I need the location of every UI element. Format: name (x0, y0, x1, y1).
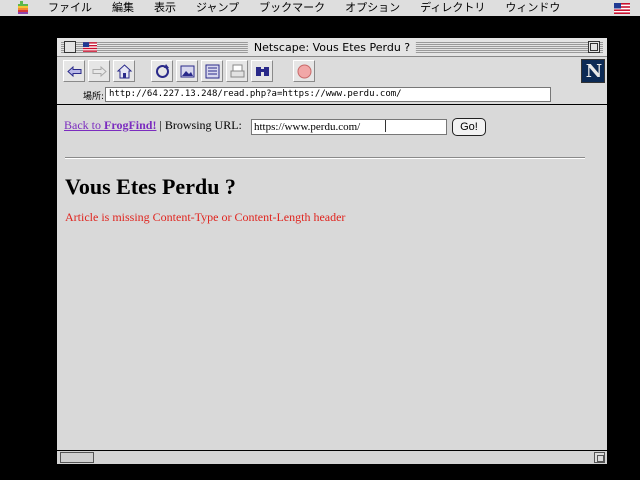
back-to-frogfind-link[interactable]: Back to FrogFind! (64, 118, 156, 132)
location-field[interactable]: http://64.227.13.248/read.php?a=https://… (105, 87, 551, 102)
home-button[interactable] (113, 60, 135, 82)
status-bar (57, 450, 607, 464)
security-key-icon[interactable] (60, 452, 94, 463)
menu-edit[interactable]: 編集 (102, 0, 144, 16)
apple-icon[interactable] (16, 1, 32, 15)
menu-window[interactable]: ウィンドウ (495, 0, 570, 16)
back-link-prefix: Back to (64, 118, 104, 132)
find-icon (256, 67, 269, 76)
menu-view[interactable]: 表示 (144, 0, 186, 16)
images-icon (180, 65, 195, 78)
window-title: Netscape: Vous Etes Perdu ? (247, 40, 417, 55)
horizontal-rule (65, 157, 585, 159)
find-button[interactable] (251, 60, 273, 82)
reload-button[interactable] (151, 60, 173, 82)
home-icon (116, 64, 133, 79)
us-flag-icon (83, 42, 97, 52)
title-bar[interactable]: Netscape: Vous Etes Perdu ? (57, 38, 607, 57)
nav-line: Back to FrogFind! | Browsing URL: (64, 118, 242, 133)
frogfind-link-name: FrogFind! (104, 118, 157, 132)
location-bar: 場所: http://64.227.13.248/read.php?a=http… (57, 85, 607, 105)
error-message: Article is missing Content-Type or Conte… (65, 210, 346, 224)
print-button[interactable] (226, 60, 248, 82)
us-flag-icon[interactable] (614, 3, 630, 14)
close-box[interactable] (64, 41, 76, 53)
print-icon (230, 64, 245, 78)
netscape-logo-letter: N (585, 61, 603, 82)
zoom-box[interactable] (588, 41, 600, 53)
menu-file[interactable]: ファイル (38, 0, 102, 16)
open-icon (205, 64, 220, 79)
page-heading: Vous Etes Perdu ? (65, 174, 236, 199)
back-button[interactable] (63, 60, 85, 82)
location-label: 場所: (83, 92, 105, 102)
stop-button[interactable] (293, 60, 315, 82)
go-button[interactable]: Go! (452, 118, 486, 136)
back-icon (67, 65, 82, 78)
menu-options[interactable]: オプション (335, 0, 410, 16)
netscape-logo[interactable]: N (581, 59, 605, 83)
resize-handle[interactable] (594, 452, 605, 463)
images-button[interactable] (176, 60, 198, 82)
text-cursor (385, 120, 388, 132)
open-button[interactable] (201, 60, 223, 82)
menubar: ファイル 編集 表示 ジャンプ ブックマーク オプション ディレクトリ ウィンド… (0, 0, 640, 17)
menu-bookmarks[interactable]: ブックマーク (249, 0, 335, 16)
stop-icon (297, 64, 312, 79)
browser-window: Netscape: Vous Etes Perdu ? N 場所: http:/… (56, 37, 608, 465)
forward-button[interactable] (88, 60, 110, 82)
forward-icon (92, 65, 107, 78)
toolbar: N (57, 58, 607, 84)
browsing-url-input[interactable]: https://www.perdu.com/ (251, 119, 447, 135)
browsing-url-label: | Browsing URL: (156, 118, 242, 132)
menu-directory[interactable]: ディレクトリ (410, 0, 495, 16)
menu-go[interactable]: ジャンプ (186, 0, 249, 16)
reload-icon (156, 64, 169, 78)
page-content: Back to FrogFind! | Browsing URL: https:… (57, 106, 607, 450)
